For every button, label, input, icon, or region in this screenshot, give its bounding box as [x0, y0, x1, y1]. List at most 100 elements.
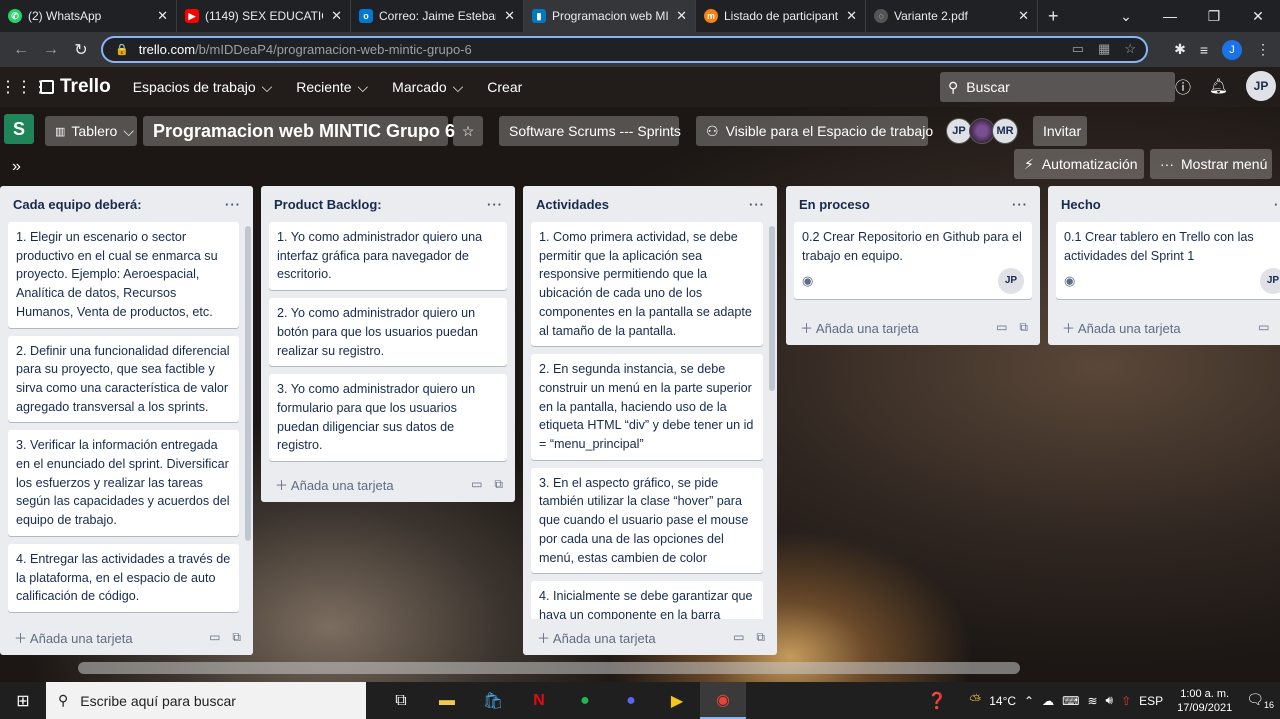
bookmark-star-icon[interactable]: ☆ — [1124, 41, 1136, 57]
card[interactable]: 4. Entregar las actividades a través de … — [8, 543, 239, 612]
card[interactable]: 1. Elegir un escenario o sector producti… — [8, 222, 239, 328]
add-card-button[interactable]: ＋ Añada una tarjeta▭⧉ — [786, 309, 1040, 345]
temperature[interactable]: 14°C — [989, 694, 1016, 708]
apps-grid-icon[interactable]: ⋮⋮⋮ — [0, 77, 48, 97]
chrome-icon[interactable]: ◉ — [700, 682, 746, 719]
workspace-badge[interactable]: S — [4, 114, 34, 144]
windows-start-icon[interactable]: ⊞ — [0, 691, 46, 711]
volume-icon[interactable]: 🔊︎ — [1106, 693, 1114, 708]
show-menu-button[interactable]: ··· Mostrar menú — [1150, 149, 1272, 179]
language[interactable]: ESP — [1139, 694, 1163, 708]
tab-whatsapp[interactable]: ✆ (2) WhatsApp ✕ — [0, 0, 177, 32]
close-window-button[interactable]: ✕ — [1236, 0, 1280, 32]
store-icon[interactable]: 🛍︎ — [470, 682, 516, 719]
close-icon[interactable]: ✕ — [676, 8, 687, 24]
netflix-icon[interactable]: N — [516, 682, 562, 719]
user-avatar[interactable]: JP — [1246, 71, 1276, 101]
url-input[interactable]: 🔒 trello.com/b/mIDDeaP4/programacion-web… — [101, 36, 1148, 63]
add-card-button[interactable]: ＋ Añada una tarjeta▭⧉ — [0, 619, 253, 655]
profile-avatar[interactable]: J — [1222, 39, 1242, 60]
clock[interactable]: 1:00 a. m. 17/09/2021 — [1177, 687, 1232, 715]
template-icon[interactable]: ▭ — [1258, 320, 1269, 335]
menu-icon[interactable]: ⋮ — [1256, 41, 1270, 58]
cast-icon[interactable]: ▭ — [1072, 41, 1084, 57]
list-title[interactable]: Hecho — [1061, 197, 1101, 212]
list-scrollbar[interactable] — [245, 226, 251, 541]
tab-moodle[interactable]: m Listado de participante ✕ — [696, 0, 866, 32]
list-menu-icon[interactable]: ··· — [1012, 197, 1028, 212]
template-icon[interactable]: ▭ — [996, 320, 1007, 335]
reload-icon[interactable]: ↻ — [66, 40, 96, 60]
tab-youtube[interactable]: ▶ (1149) SEX EDUCATIO ✕ — [177, 0, 351, 32]
menu-workspaces[interactable]: Espacios de trabajo ⌵ — [133, 79, 273, 96]
copy-icon[interactable]: ⧉ — [232, 630, 241, 645]
reading-list-icon[interactable]: ≡ — [1200, 42, 1208, 58]
close-icon[interactable]: ✕ — [157, 8, 168, 24]
keyboard-icon[interactable]: ⇧ — [1121, 694, 1131, 708]
bell-icon[interactable]: 🔔︎ — [1209, 77, 1228, 95]
menu-starred[interactable]: Marcado ⌵ — [392, 79, 463, 96]
list-menu-icon[interactable]: ··· — [487, 197, 503, 212]
list-scrollbar[interactable] — [769, 226, 775, 391]
view-switcher-button[interactable]: ▥ Tablero ⌵ — [45, 116, 137, 146]
card[interactable]: 1. Como primera actividad, se debe permi… — [531, 222, 763, 347]
wifi-icon[interactable]: ≋ — [1087, 694, 1097, 708]
invite-button[interactable]: Invitar — [1033, 116, 1087, 146]
list-menu-icon[interactable]: ··· — [1274, 197, 1280, 212]
card[interactable]: 3. Yo como administrador quiero un formu… — [269, 374, 507, 462]
discord-icon[interactable]: ● — [608, 682, 654, 719]
card-member-avatar[interactable]: JP — [1260, 268, 1280, 295]
card[interactable]: 2. Definir una funcionalidad diferencial… — [8, 335, 239, 423]
qr-icon[interactable]: ▦ — [1098, 41, 1110, 57]
card[interactable]: 3. Verificar la información entregada en… — [8, 430, 239, 536]
list-title[interactable]: En proceso — [799, 197, 870, 212]
spotify-icon[interactable]: ● — [562, 682, 608, 719]
close-icon[interactable]: ✕ — [846, 8, 857, 24]
card[interactable]: 2. Yo como administrador quiero un botón… — [269, 298, 507, 367]
tab-pdf[interactable]: ◌ Variante 2.pdf ✕ — [866, 0, 1038, 32]
template-icon[interactable]: ▭ — [471, 477, 482, 492]
menu-recent[interactable]: Reciente ⌵ — [296, 79, 368, 96]
list-menu-icon[interactable]: ··· — [749, 197, 765, 212]
star-icon[interactable]: ☆ — [453, 116, 483, 146]
card[interactable]: 3. En el aspecto gráfico, se pide tambié… — [531, 467, 763, 574]
card-member-avatar[interactable]: JP — [998, 268, 1024, 295]
close-icon[interactable]: ✕ — [331, 8, 342, 24]
template-icon[interactable]: ▭ — [209, 630, 220, 645]
media-player-icon[interactable]: ▶ — [654, 682, 700, 719]
visibility-button[interactable]: ⚇ Visible para el Espacio de trabajo — [696, 116, 933, 146]
restore-button[interactable]: ❐ — [1192, 0, 1236, 32]
extensions-icon[interactable]: ✱ — [1174, 41, 1186, 58]
add-card-button[interactable]: ＋ Añada una tarjeta▭⧉ — [523, 619, 777, 655]
workspace-button[interactable]: Software Scrums --- Sprints — [499, 116, 681, 146]
add-card-button[interactable]: ＋ Añada una tarjeta▭⧉ — [261, 466, 515, 502]
weather-icon[interactable]: ⛅︎ — [969, 692, 981, 709]
card[interactable]: 0.1 Crear tablero en Trello con las acti… — [1056, 222, 1280, 300]
notifications-icon[interactable]: 🗨︎16 — [1246, 691, 1274, 710]
create-button[interactable]: Crear — [487, 79, 522, 95]
list-menu-icon[interactable]: ··· — [225, 197, 241, 212]
card[interactable]: 0.2 Crear Repositorio en Github para el … — [794, 222, 1032, 300]
trello-logo[interactable]: Trello — [40, 76, 111, 98]
forward-icon[interactable]: → — [36, 41, 66, 59]
new-tab-button[interactable]: + — [1038, 0, 1069, 32]
taskbar-search-input[interactable]: ⚲ Escribe aquí para buscar — [46, 682, 366, 719]
close-icon[interactable]: ✕ — [504, 8, 515, 24]
tab-search-icon[interactable]: ⌄ — [1104, 0, 1148, 32]
board-title[interactable]: Programacion web MINTIC Grupo 6 — [143, 116, 455, 146]
info-icon[interactable]: ⓘ — [1175, 74, 1191, 98]
cloud-icon[interactable]: ☁ — [1042, 694, 1054, 708]
template-icon[interactable]: ▭ — [733, 630, 744, 645]
member-avatar[interactable]: MR — [992, 118, 1018, 144]
copy-icon[interactable]: ⧉ — [1019, 320, 1028, 335]
help-icon[interactable]: ❓ — [927, 691, 947, 711]
list-title[interactable]: Actividades — [536, 197, 609, 212]
copy-icon[interactable]: ⧉ — [756, 630, 765, 645]
add-card-button[interactable]: ＋ Añada una tarjeta▭⧉ — [1048, 309, 1280, 345]
list-title[interactable]: Cada equipo deberá: — [13, 197, 142, 212]
automation-button[interactable]: ⚡︎ Automatización — [1014, 149, 1144, 179]
search-input[interactable]: ⚲ Buscar — [940, 72, 1175, 102]
close-icon[interactable]: ✕ — [1018, 8, 1029, 24]
task-view-icon[interactable]: ⧉ — [378, 682, 424, 719]
tab-outlook[interactable]: o Correo: Jaime Esteban ✕ — [351, 0, 524, 32]
